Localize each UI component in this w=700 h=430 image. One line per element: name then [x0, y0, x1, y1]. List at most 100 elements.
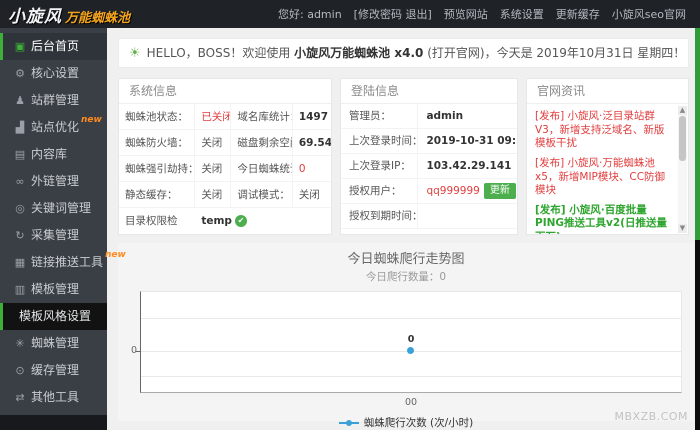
admin-username-value: admin [426, 110, 464, 122]
legend-marker-icon [338, 419, 359, 427]
menu-change-password-logout[interactable]: [修改密码 退出] [354, 6, 432, 22]
field-label: 蜘蛛防火墙： [119, 130, 196, 155]
chart-plot-area: 0 0 00 [131, 291, 682, 408]
last-login-ip-value: 103.42.29.141 [426, 160, 512, 172]
news-item[interactable]: [发布] 小旋风·泛目录站群V3，新增支持泛域名、新版模板干扰 [535, 110, 674, 151]
product-name: 小旋风万能蜘蛛池 x4.0 [294, 46, 424, 60]
sidebar-item-label: 模板管理 [31, 282, 80, 296]
sidebar-item-label: 缓存管理 [31, 363, 80, 377]
field-label: 目录权限检查： [125, 215, 178, 227]
login-info-title: 登陆信息 [341, 79, 517, 104]
sidebar-item-site-group[interactable]: ♟ 站群管理 [0, 87, 107, 114]
table-row: 管理员： admin [341, 104, 517, 129]
scrollbar-thumb[interactable] [679, 116, 686, 161]
sidebar-item-site-optimize[interactable]: ▟ 站点优化 new [0, 114, 107, 141]
field-label: 域名库统计： [231, 104, 293, 129]
gridline [141, 318, 681, 319]
news-item[interactable]: [发布] 小旋风·百度批量PING推送工具v2(日推送量百万) [535, 204, 674, 234]
data-point[interactable] [407, 347, 414, 354]
page-scrollbar-thumb[interactable] [695, 28, 700, 240]
table-row: 静态缓存： 关闭 调试模式： 关闭 [119, 182, 331, 208]
news-scrollbar[interactable]: ▲ ▼ [678, 106, 687, 233]
table-row: 目录权限检查： temp✔ [119, 208, 331, 234]
app-logo: 小旋风 万能蜘蛛池 [8, 2, 130, 27]
sidebar-item-content-library[interactable]: ▤ 内容库 [0, 141, 107, 168]
sun-icon: ☀ [129, 46, 141, 61]
scroll-down-arrow-icon[interactable]: ▼ [678, 224, 687, 233]
menu-preview-site[interactable]: 预览网站 [444, 6, 488, 22]
new-badge: new [81, 115, 102, 125]
scroll-up-arrow-icon[interactable]: ▲ [678, 106, 687, 115]
welcome-prefix: HELLO，BOSS！欢迎使用 [146, 46, 295, 60]
news-list: [发布] 小旋风·泛目录站群V3，新增支持泛域名、新版模板干扰 [发布] 小旋风… [527, 104, 688, 234]
menu-system-settings[interactable]: 系统设置 [500, 6, 544, 22]
table-row: 授权用户： qq999999 更新 [341, 179, 517, 204]
field-label: 上次登录时间： [341, 129, 419, 153]
greeting-text: 您好: admin [278, 8, 342, 21]
sidebar-item-collection[interactable]: ↻ 采集管理 [0, 222, 107, 249]
welcome-bar: ☀ HELLO，BOSS！欢迎使用 小旋风万能蜘蛛池 x4.0 (打开官网)，今天… [118, 38, 689, 68]
sidebar-item-core-settings[interactable]: ⚙ 核心设置 [0, 60, 107, 87]
clock-icon: ⊙ [15, 364, 25, 377]
today-spider-count-value: 0 [298, 163, 306, 175]
sidebar-item-dashboard[interactable]: ▣ 后台首页 [0, 33, 107, 60]
sidebar-item-cache-manage[interactable]: ⊙ 缓存管理 [0, 357, 107, 384]
sidebar: ▣ 后台首页 ⚙ 核心设置 ♟ 站群管理 ▟ 站点优化 new ▤ 内容库 ∞ 外链管理 ◎ 关… [0, 28, 126, 430]
grid-icon: ▦ [14, 256, 26, 269]
table-row: 蜘蛛强引劫持： 关闭 今日蜘蛛统计： 0 [119, 156, 331, 182]
check-circle-icon: ✔ [234, 215, 247, 227]
sidebar-item-keywords[interactable]: ◎ 关键词管理 [0, 195, 107, 222]
sidebar-item-other-tools[interactable]: ⇄ 其他工具 [0, 384, 107, 411]
sidebar-item-label: 核心设置 [31, 66, 80, 80]
template-icon: ▥ [14, 283, 26, 296]
static-cache-value: 关闭 [195, 182, 232, 207]
chart-title: 今日蜘蛛爬行走势图 [347, 252, 465, 267]
sidebar-subitem-template-style[interactable]: 模板风格设置 [0, 303, 107, 330]
link-icon: ∞ [15, 175, 25, 188]
sidebar-item-label: 关键词管理 [31, 201, 92, 215]
sidebar-item-label: 模板风格设置 [18, 309, 91, 323]
page-scrollbar-track[interactable] [695, 240, 700, 430]
debug-mode-value: 关闭 [298, 189, 320, 201]
last-login-time-value: 2019-10-31 09:59 [426, 135, 517, 147]
system-info-title: 系统信息 [119, 79, 331, 104]
refresh-icon: ↻ [15, 229, 25, 242]
field-label: 蜘蛛强引劫持： [119, 156, 196, 181]
welcome-suffix: ，今天是 2019年10月31日 星期四！ [484, 46, 686, 60]
sidebar-item-templates[interactable]: ▥ 模板管理 [0, 276, 107, 303]
license-expiry-value [418, 204, 517, 228]
table-row: 蜘蛛池状态： 已关闭 域名库统计： 1497 [119, 104, 331, 130]
sidebar-item-link-push-tool[interactable]: ▦ 链接推送工具 new [0, 249, 126, 276]
chart-icon: ▟ [15, 121, 25, 134]
sidebar-item-label: 外链管理 [31, 174, 80, 188]
document-icon: ▤ [14, 148, 26, 161]
update-license-button[interactable]: 更新 [483, 183, 516, 199]
spider-icon: ✳ [15, 337, 25, 350]
gridline [141, 376, 681, 377]
field-label: 静态缓存： [119, 182, 196, 207]
chart-subtitle: 今日爬行数量：0 [365, 271, 447, 283]
chart-legend[interactable]: 蜘蛛爬行次数 (次/小时) [118, 415, 694, 430]
spider-pool-status-value: 已关闭 [195, 104, 232, 129]
sidebar-item-label: 内容库 [31, 147, 68, 161]
open-official-site-link[interactable]: (打开官网) [427, 46, 484, 60]
licensed-user-value: qq999999 [426, 185, 480, 197]
field-label: 今日蜘蛛统计： [231, 156, 293, 181]
news-item[interactable]: [发布] 小旋风·万能蜘蛛池x5，新增MIP模块、CC防御模块 [535, 157, 674, 198]
table-row: 上次登录时间： 2019-10-31 09:59 [341, 129, 517, 154]
menu-update-cache[interactable]: 更新缓存 [556, 6, 600, 22]
tools-icon: ⇄ [15, 391, 25, 404]
field-label: 蜘蛛池状态： [119, 104, 196, 129]
sidebar-item-spider-manage[interactable]: ✳ 蜘蛛管理 [0, 330, 107, 357]
sidebar-item-external-links[interactable]: ∞ 外链管理 [0, 168, 107, 195]
main-content: ☀ HELLO，BOSS！欢迎使用 小旋风万能蜘蛛池 x4.0 (打开官网)，今天… [107, 28, 700, 430]
system-info-panel: 系统信息 蜘蛛池状态： 已关闭 域名库统计： 1497 蜘蛛防火墙： 关闭 磁盘… [118, 78, 332, 235]
top-menu: 您好: admin [修改密码 退出] 预览网站 系统设置 更新缓存 小旋风se… [278, 6, 686, 22]
sidebar-item-label: 站点优化 [31, 120, 80, 134]
sidebar-item-label: 后台首页 [31, 39, 80, 53]
table-row: 蜘蛛防火墙： 关闭 磁盘剩余空间： 69.54 GB [119, 130, 331, 156]
field-label: 授权用户： [341, 179, 419, 203]
menu-official-site[interactable]: 小旋风seo官网 [612, 6, 686, 22]
new-badge: new [105, 250, 126, 260]
logo-secondary-text: 万能蜘蛛池 [65, 10, 131, 26]
